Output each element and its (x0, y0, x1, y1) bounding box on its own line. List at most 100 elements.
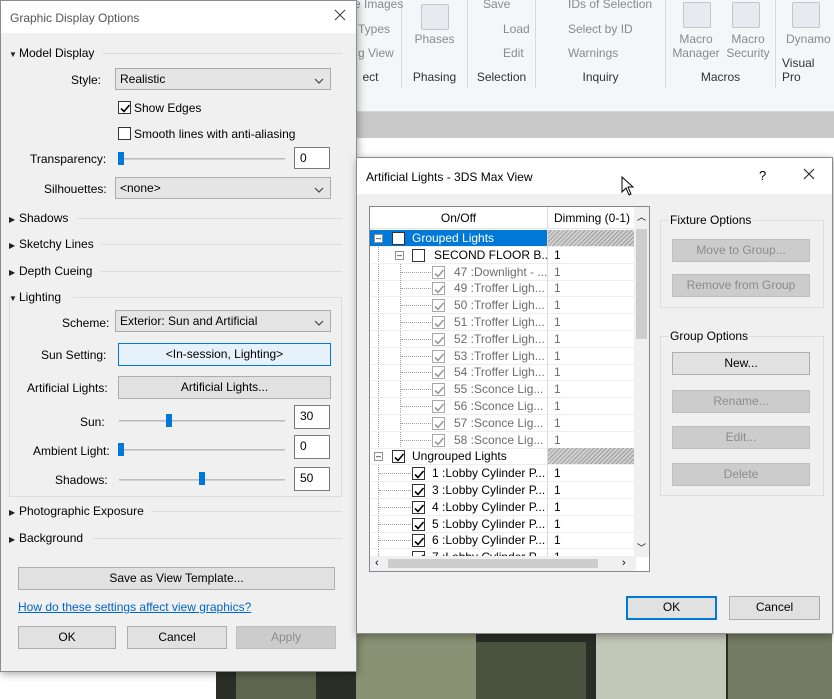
ok-button[interactable]: OK (18, 626, 116, 649)
tree-row-light[interactable]: 1 :Lobby Cylinder P... 1 (370, 465, 636, 483)
tree-row-light[interactable]: 3 :Lobby Cylinder P... 1 (370, 482, 636, 499)
dimming-cell[interactable]: 1 (548, 432, 636, 449)
column-header-dimming[interactable]: Dimming (0-1) (548, 207, 636, 229)
light-checkbox[interactable] (432, 400, 445, 413)
save-as-view-template-button[interactable]: Save as View Template... (18, 567, 335, 590)
close-icon[interactable] (334, 9, 346, 21)
cancel-button[interactable]: Cancel (729, 596, 820, 620)
help-icon[interactable]: ? (759, 168, 766, 183)
ribbon-item-load[interactable]: Load (503, 22, 530, 36)
move-to-group-button[interactable]: Move to Group... (672, 239, 810, 262)
remove-from-group-button[interactable]: Remove from Group (672, 274, 810, 297)
light-checkbox[interactable] (412, 467, 425, 481)
section-model-display[interactable]: ▼ Model Display (9, 46, 94, 60)
collapse-grouped-icon[interactable]: – (374, 234, 383, 243)
dimming-cell[interactable] (548, 448, 636, 466)
dimming-cell[interactable] (548, 230, 636, 247)
scrollbar-thumb[interactable] (388, 559, 598, 568)
scroll-down-icon[interactable]: ﹀ (637, 541, 646, 554)
dimming-cell[interactable]: 1 (548, 465, 636, 483)
vertical-scrollbar[interactable]: ︿ ﹀ (634, 207, 649, 557)
close-icon[interactable] (803, 168, 815, 180)
dimming-cell[interactable]: 1 (548, 499, 636, 516)
section-depth-cueing[interactable]: ▶ Depth Cueing (9, 264, 92, 278)
collapse-subgroup-icon[interactable]: – (395, 250, 404, 260)
dimming-cell[interactable]: 1 (548, 532, 636, 550)
transparency-input[interactable]: 0 (294, 147, 330, 169)
dimming-cell[interactable]: 1 (548, 415, 636, 432)
tree-row-light[interactable]: 57 :Sconce Lig... 1 (370, 414, 636, 432)
light-checkbox[interactable] (432, 282, 445, 296)
rename-group-button[interactable]: Rename... (672, 390, 810, 413)
dimming-cell[interactable]: 1 (548, 331, 636, 348)
scrollbar-thumb[interactable] (636, 229, 647, 339)
help-link[interactable]: How do these settings affect view graphi… (18, 600, 251, 614)
light-checkbox[interactable] (432, 366, 445, 380)
dimming-cell[interactable]: 1 (548, 482, 636, 499)
ribbon-item-view[interactable]: g View (358, 46, 394, 60)
ungrouped-lights-checkbox[interactable] (392, 450, 405, 464)
show-edges-checkbox[interactable] (118, 101, 131, 114)
ribbon-item-ids-of-selection[interactable]: IDs of Selection (568, 0, 652, 11)
title-bar[interactable]: Artificial Lights - 3DS Max View ? (357, 158, 832, 196)
tree-row-light[interactable]: 6 :Lobby Cylinder P... 1 (370, 532, 636, 550)
ribbon-item-types[interactable]: Types (358, 22, 390, 36)
section-photographic-exposure[interactable]: ▶ Photographic Exposure (9, 504, 144, 518)
section-sketchy-lines[interactable]: ▶ Sketchy Lines (9, 237, 94, 251)
ok-button[interactable]: OK (626, 596, 717, 620)
tree-row-grouped-lights[interactable]: – Grouped Lights (370, 230, 636, 247)
light-checkbox[interactable] (412, 500, 425, 514)
tree-row-light[interactable]: 53 :Troffer Ligh... 1 (370, 347, 636, 365)
tree-row-light[interactable]: 52 :Troffer Ligh... 1 (370, 330, 636, 348)
horizontal-scrollbar[interactable]: ‹ › (370, 556, 636, 571)
silhouettes-select[interactable]: <none> (115, 177, 331, 199)
column-header-on-off[interactable]: On/Off (370, 207, 548, 229)
edit-group-button[interactable]: Edit... (672, 426, 810, 449)
ribbon-item-phases[interactable]: Phases (402, 32, 467, 46)
phases-icon[interactable] (421, 4, 449, 30)
tree-row-light[interactable]: 51 :Troffer Ligh... 1 (370, 314, 636, 331)
scroll-up-icon[interactable]: ︿ (637, 210, 646, 223)
tree-row-light[interactable]: 4 :Lobby Cylinder P... 1 (370, 498, 636, 516)
dimming-cell[interactable]: 1 (548, 516, 636, 533)
lights-tree-table[interactable]: On/Off Dimming (0-1) – Grouped Lights – SEC… (369, 206, 650, 572)
light-checkbox[interactable] (432, 383, 445, 397)
dimming-cell[interactable]: 1 (548, 381, 636, 399)
light-checkbox[interactable] (432, 316, 445, 329)
tree-row-light[interactable]: 49 :Troffer Ligh... 1 (370, 280, 636, 298)
light-checkbox[interactable] (432, 433, 445, 447)
title-bar[interactable]: Graphic Display Options (1, 1, 356, 33)
ribbon-item-save[interactable]: Save (483, 0, 510, 11)
dimming-cell[interactable]: 1 (548, 364, 636, 382)
section-background[interactable]: ▶ Background (9, 531, 83, 545)
light-checkbox[interactable] (432, 332, 445, 346)
light-checkbox[interactable] (432, 299, 445, 313)
delete-group-button[interactable]: Delete (672, 463, 810, 486)
smooth-lines-checkbox[interactable] (118, 127, 131, 140)
ribbon-item-warnings[interactable]: Warnings (568, 46, 618, 60)
ribbon-item-macro-security[interactable]: Macro Security (720, 32, 776, 60)
dimming-cell[interactable]: 1 (548, 398, 636, 415)
tree-row-light[interactable]: 47 :Downlight - ... 1 (370, 263, 636, 281)
tree-row-light[interactable]: 54 :Troffer Ligh... 1 (370, 364, 636, 382)
grouped-lights-checkbox[interactable] (392, 232, 405, 245)
dimming-cell[interactable]: 1 (548, 264, 636, 281)
tree-row-subgroup[interactable]: – SECOND FLOOR B... 1 (370, 246, 636, 264)
transparency-slider-thumb[interactable] (118, 152, 124, 165)
dynamo-icon[interactable] (792, 2, 820, 28)
tree-row-ungrouped-lights[interactable]: – Ungrouped Lights (370, 448, 636, 466)
light-checkbox[interactable] (412, 534, 425, 548)
tree-row-light[interactable]: 56 :Sconce Lig... 1 (370, 398, 636, 415)
collapse-ungrouped-icon[interactable]: – (374, 452, 383, 462)
dimming-cell[interactable]: 1 (548, 314, 636, 331)
dimming-cell[interactable]: 1 (548, 247, 636, 264)
tree-row-light[interactable]: 55 :Sconce Lig... 1 (370, 381, 636, 399)
light-checkbox[interactable] (432, 265, 445, 279)
scroll-left-icon[interactable]: ‹ (375, 557, 379, 569)
light-checkbox[interactable] (432, 416, 445, 430)
apply-button[interactable]: Apply (236, 626, 336, 649)
dimming-cell[interactable]: 1 (548, 348, 636, 365)
tree-row-light[interactable]: 50 :Troffer Ligh... 1 (370, 297, 636, 315)
ribbon-item-select-by-id[interactable]: Select by ID (568, 22, 633, 36)
light-checkbox[interactable] (412, 484, 425, 497)
